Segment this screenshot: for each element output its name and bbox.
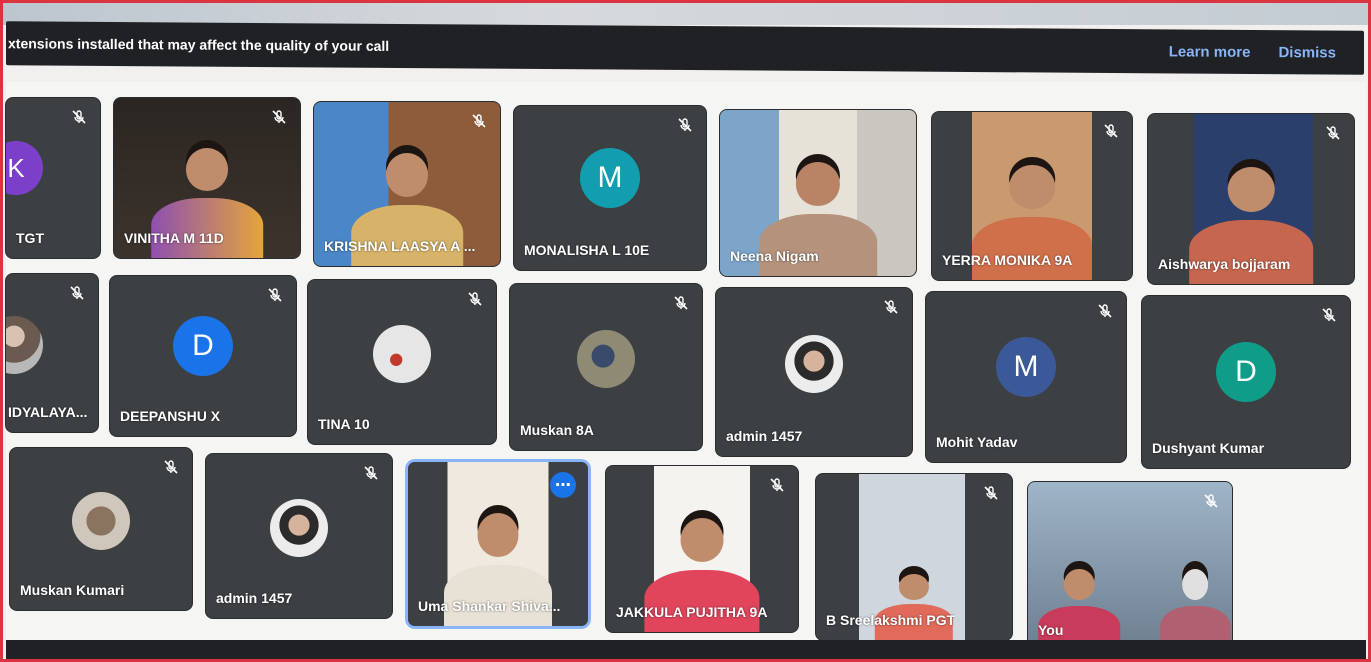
participant-tile-self[interactable]: You [1028, 482, 1232, 650]
participant-tile[interactable]: Neena Nigam [720, 110, 916, 276]
participant-tile[interactable]: Aishwarya bojjaram [1148, 114, 1354, 284]
participant-tile[interactable]: B Sreelakshmi PGT [816, 474, 1012, 640]
mic-off-icon [1320, 306, 1338, 324]
participant-tile[interactable]: VINITHA M 11D [114, 98, 300, 258]
mic-off-icon [162, 458, 180, 476]
participant-name: Muskan Kumari [20, 582, 125, 598]
participant-tile[interactable]: IDYALAYA... [6, 274, 98, 432]
participant-name: You [1038, 622, 1064, 638]
participant-tile[interactable]: admin 1457 [716, 288, 912, 456]
avatar: D [1216, 341, 1276, 402]
participant-tile[interactable]: admin 1457 [206, 454, 392, 618]
mic-off-icon [362, 464, 380, 482]
mic-off-icon [982, 484, 1000, 502]
mic-off-icon [470, 112, 488, 130]
mic-off-icon [676, 116, 694, 134]
participant-name: B Sreelakshmi PGT [826, 612, 956, 628]
participant-tile[interactable]: YERRA MONIKA 9A [932, 112, 1132, 280]
participant-tile[interactable]: KRISHNA LAASYA A ... [314, 102, 500, 266]
participant-video-figure [874, 565, 954, 640]
mic-off-icon [466, 290, 484, 308]
avatar [72, 491, 130, 550]
participant-tile[interactable]: TINA 10 [308, 280, 496, 444]
mic-off-icon [882, 298, 900, 316]
participant-tile[interactable]: D DEEPANSHU X [110, 276, 296, 436]
participant-name: KRISHNA LAASYA A ... [324, 238, 476, 254]
participant-tile[interactable]: Muskan 8A [510, 284, 702, 450]
more-options-icon[interactable]: ⋯ [550, 472, 576, 498]
learn-more-link[interactable]: Learn more [1169, 43, 1251, 61]
mic-off-icon [68, 284, 86, 302]
mic-off-icon [1324, 124, 1342, 142]
participant-name: JAKKULA PUJITHA 9A [616, 604, 768, 620]
mic-off-icon [768, 476, 786, 494]
avatar: K [6, 141, 43, 196]
participant-tile[interactable]: JAKKULA PUJITHA 9A [606, 466, 798, 632]
avatar [785, 334, 843, 393]
avatar [373, 324, 431, 383]
participant-tile[interactable]: Muskan Kumari [10, 448, 192, 610]
participant-name: MONALISHA L 10E [524, 242, 650, 258]
avatar [577, 329, 635, 388]
participant-video-figure [1160, 558, 1230, 650]
participant-tile[interactable]: M Mohit Yadav [926, 292, 1126, 462]
participant-name: admin 1457 [216, 590, 293, 606]
avatar: M [996, 336, 1056, 397]
participant-name: DEEPANSHU X [120, 408, 221, 424]
mic-off-icon [70, 108, 88, 126]
extensions-warning-banner: xtensions installed that may affect the … [6, 21, 1364, 75]
participant-tile[interactable]: D Dushyant Kumar [1142, 296, 1350, 468]
participant-name: admin 1457 [726, 428, 803, 444]
avatar [6, 316, 43, 375]
participant-tile-active[interactable]: ⋯ Uma Shankar Shiva... [408, 462, 588, 626]
participant-grid: K TGT VINITHA M 11D KRISHNA LAASYA A ...… [6, 82, 1366, 652]
participant-tile[interactable]: M MONALISHA L 10E [514, 106, 706, 270]
participant-name: Muskan 8A [520, 422, 594, 438]
participant-name: TINA 10 [318, 416, 370, 432]
avatar: M [580, 148, 640, 209]
mic-off-icon [1202, 492, 1220, 510]
participant-name: IDYALAYA... [8, 404, 88, 420]
banner-message: xtensions installed that may affect the … [8, 35, 390, 54]
participant-name: Neena Nigam [730, 248, 819, 264]
participant-name: VINITHA M 11D [124, 230, 224, 246]
meeting-controls-bar [6, 640, 1366, 660]
participant-name: Uma Shankar Shiva... [418, 598, 561, 614]
participant-name: Aishwarya bojjaram [1158, 256, 1291, 272]
mic-off-icon [270, 108, 288, 126]
avatar [270, 498, 328, 557]
participant-name: Dushyant Kumar [1152, 440, 1265, 456]
participant-name: YERRA MONIKA 9A [942, 252, 1073, 268]
dismiss-button[interactable]: Dismiss [1278, 44, 1336, 61]
participant-tile[interactable]: K TGT [6, 98, 100, 258]
mic-off-icon [672, 294, 690, 312]
mic-off-icon [1102, 122, 1120, 140]
participant-name: Mohit Yadav [936, 434, 1018, 450]
avatar: D [173, 316, 233, 377]
mic-off-icon [266, 286, 284, 304]
participant-name: TGT [16, 230, 44, 246]
mic-off-icon [1096, 302, 1114, 320]
